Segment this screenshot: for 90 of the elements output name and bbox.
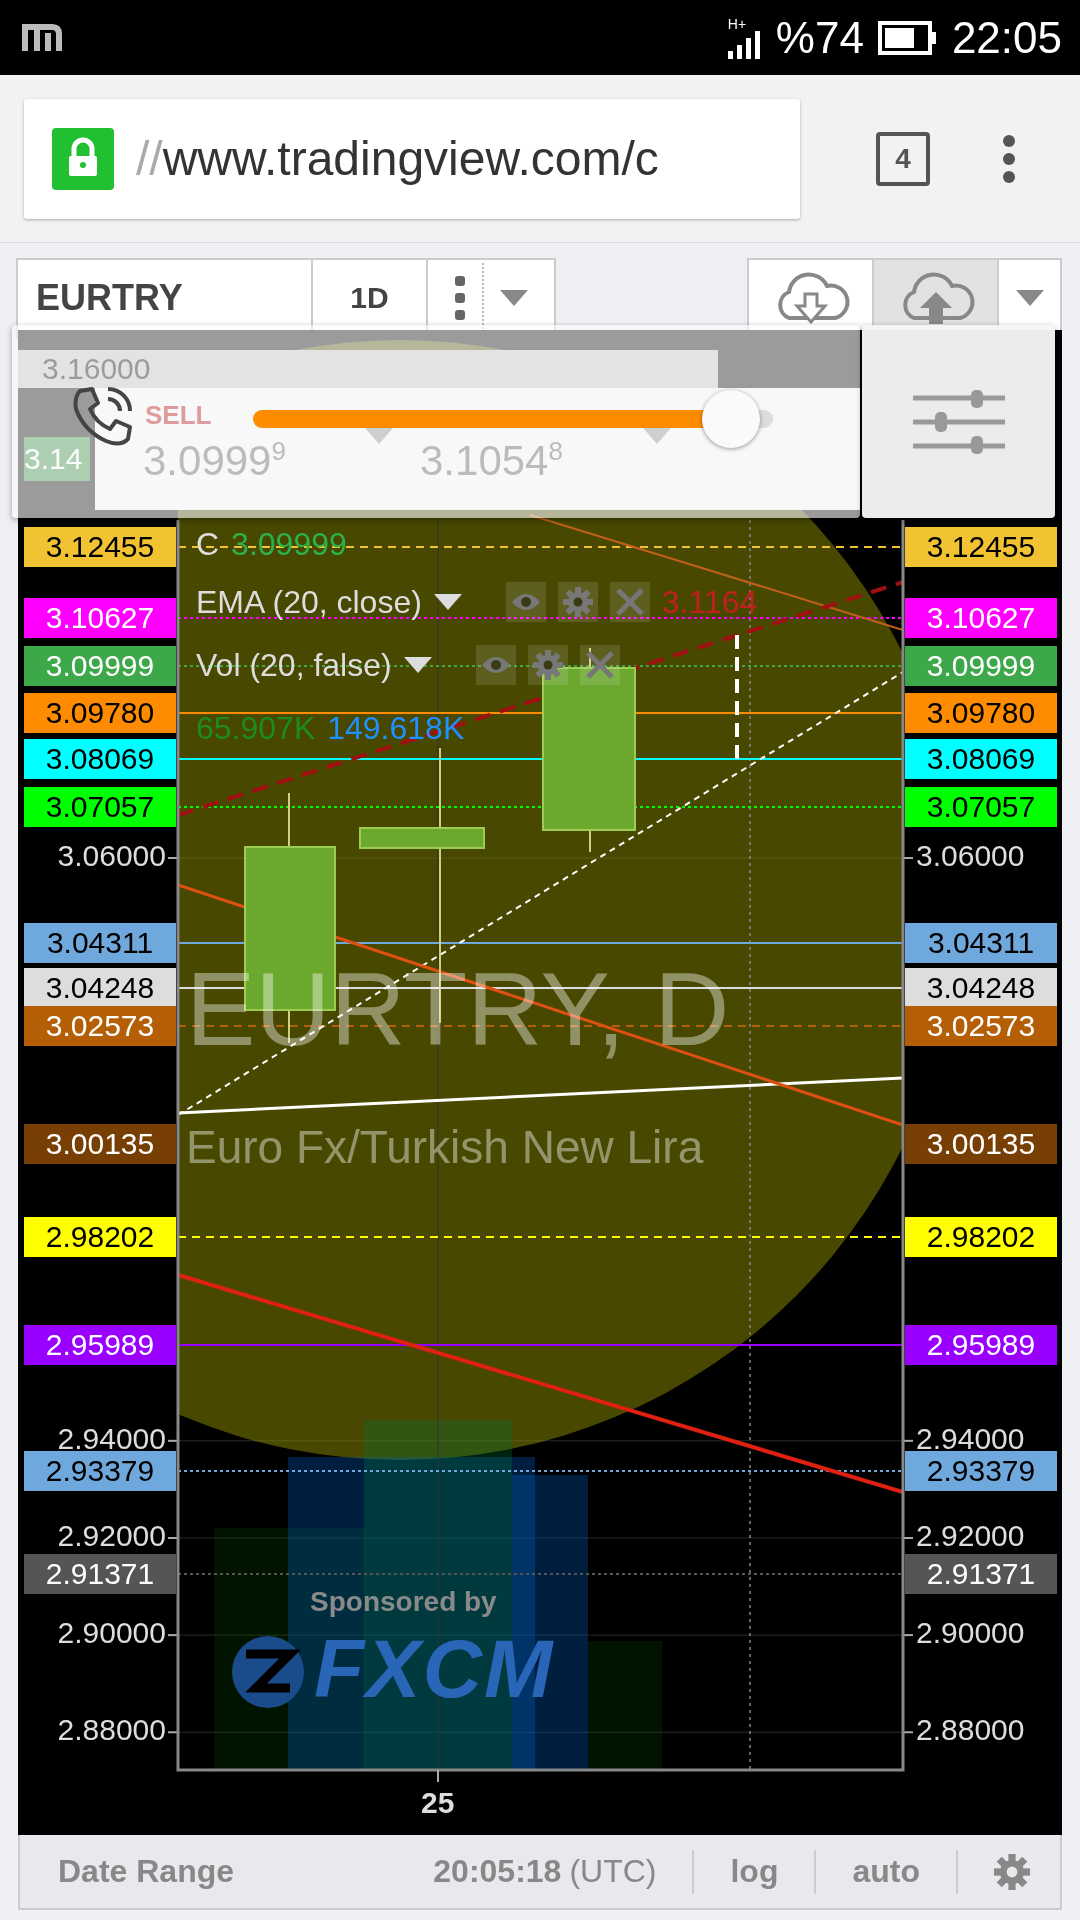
tick-mark [167, 857, 179, 859]
close-icon[interactable] [609, 582, 650, 622]
price-label: 3.10627 [905, 598, 1057, 638]
price-label: 3.04311 [905, 923, 1057, 963]
price-label: 3.14 [24, 437, 90, 481]
settings-icon[interactable] [994, 1853, 1030, 1890]
timezone-label: (UTC) [569, 1853, 657, 1890]
menu-icon[interactable] [1002, 133, 1016, 184]
legend-value: 3.09999 [231, 526, 347, 563]
caret-icon [1015, 290, 1044, 306]
volume-value: 149.618K [327, 710, 465, 747]
price-label: 3.00135 [24, 1124, 176, 1164]
tab-count-button[interactable]: 4 [876, 131, 930, 186]
tick-mark [167, 1634, 179, 1637]
price-label: 2.93379 [24, 1451, 176, 1491]
price-label: 3.04311 [24, 923, 176, 963]
sponsor-text: Sponsored by [310, 1586, 497, 1618]
battery-percent: %74 [775, 12, 864, 63]
price-label: 3.00135 [905, 1124, 1057, 1164]
tick-mark [902, 1537, 914, 1539]
tick-mark [437, 1769, 439, 1783]
brand-logo-icon [230, 1634, 306, 1710]
price-label: 2.93379 [905, 1451, 1057, 1491]
app-notification-icon [22, 22, 62, 53]
price-axis-label: 2.88000 [56, 1715, 166, 1746]
caret-icon [403, 657, 432, 673]
price-label: 2.98202 [24, 1217, 176, 1257]
price-label: 3.09999 [905, 646, 1057, 686]
eye-icon[interactable] [475, 645, 516, 685]
study-name[interactable]: EMA (20, close) [196, 583, 422, 621]
price-label: 3.08069 [905, 739, 1057, 779]
price-label: 3.09780 [905, 693, 1057, 733]
price-axis-label: 3.16000 [42, 352, 151, 386]
price-label: 2.95989 [24, 1325, 176, 1365]
price-label: 3.02573 [24, 1006, 176, 1046]
eye-icon[interactable] [505, 582, 546, 622]
price-label: 3.04248 [24, 968, 176, 1008]
price-axis-label: 2.94000 [916, 1423, 1026, 1454]
price-axis-label: 2.92000 [56, 1520, 166, 1551]
chart-watermark-subtitle: Euro Fx/Turkish New Lira [186, 1120, 704, 1174]
price-axis-label: 2.90000 [916, 1618, 1026, 1649]
signal-icon [727, 30, 762, 59]
battery-icon [877, 20, 938, 55]
lock-icon [52, 127, 114, 190]
brand-logo-text: FXCM [314, 1622, 555, 1716]
study-value: 3.1164 [661, 583, 758, 621]
price-axis-label: 3.06000 [56, 841, 166, 871]
legend-label: C [196, 526, 220, 563]
tick-mark [902, 1439, 914, 1442]
more-vertical-icon [454, 274, 466, 322]
sell-label: SELL [145, 400, 212, 431]
price-label: 3.10627 [24, 598, 176, 638]
address-bar[interactable]: //www.tradingview.com/c [24, 98, 800, 219]
settings-icon[interactable] [527, 645, 568, 685]
price-axis-label: 2.92000 [916, 1520, 1026, 1551]
price-axis-label: 2.88000 [916, 1715, 1026, 1746]
volume-value: 65.907K [196, 710, 316, 747]
sound-settings-dialog[interactable] [862, 325, 1055, 518]
price-axis-label: 2.94000 [56, 1423, 166, 1454]
price-label: 3.09999 [24, 646, 176, 686]
tick-mark [902, 857, 914, 859]
settings-icon[interactable] [557, 582, 598, 622]
price-label: 2.98202 [905, 1217, 1057, 1257]
price-label: 3.08069 [24, 739, 176, 779]
clock: 22:05 [951, 12, 1062, 63]
study-name[interactable]: Vol (20, false) [196, 646, 392, 684]
network-type: H+ [727, 16, 747, 31]
close-icon[interactable] [579, 645, 620, 685]
price-label: 3.09780 [24, 693, 176, 733]
price-axis-label: 3.06000 [916, 841, 1026, 871]
price-label: 3.07057 [905, 787, 1057, 827]
price-label: 3.02573 [905, 1006, 1057, 1046]
clock-time: 20:05:18 [433, 1853, 562, 1890]
price-axis-label: 2.90000 [56, 1618, 166, 1649]
price-label: 3.12455 [24, 527, 176, 567]
price-label: 3.07057 [24, 787, 176, 827]
tick-mark [167, 1537, 179, 1539]
price-label: 3.04248 [905, 968, 1057, 1008]
tick-mark [167, 1439, 179, 1442]
price-label: 2.95989 [905, 1325, 1057, 1365]
caret-icon [500, 290, 528, 306]
equalizer-icon [912, 389, 1005, 454]
tick-mark [902, 1634, 914, 1637]
price-label: 3.12455 [905, 527, 1057, 567]
time-axis-label: 25 [421, 1786, 455, 1820]
tick-mark [902, 1731, 914, 1734]
price-label: 2.91371 [24, 1554, 176, 1594]
price-label: 2.91371 [905, 1554, 1057, 1594]
caret-icon [433, 594, 462, 610]
tick-mark [167, 1731, 179, 1734]
